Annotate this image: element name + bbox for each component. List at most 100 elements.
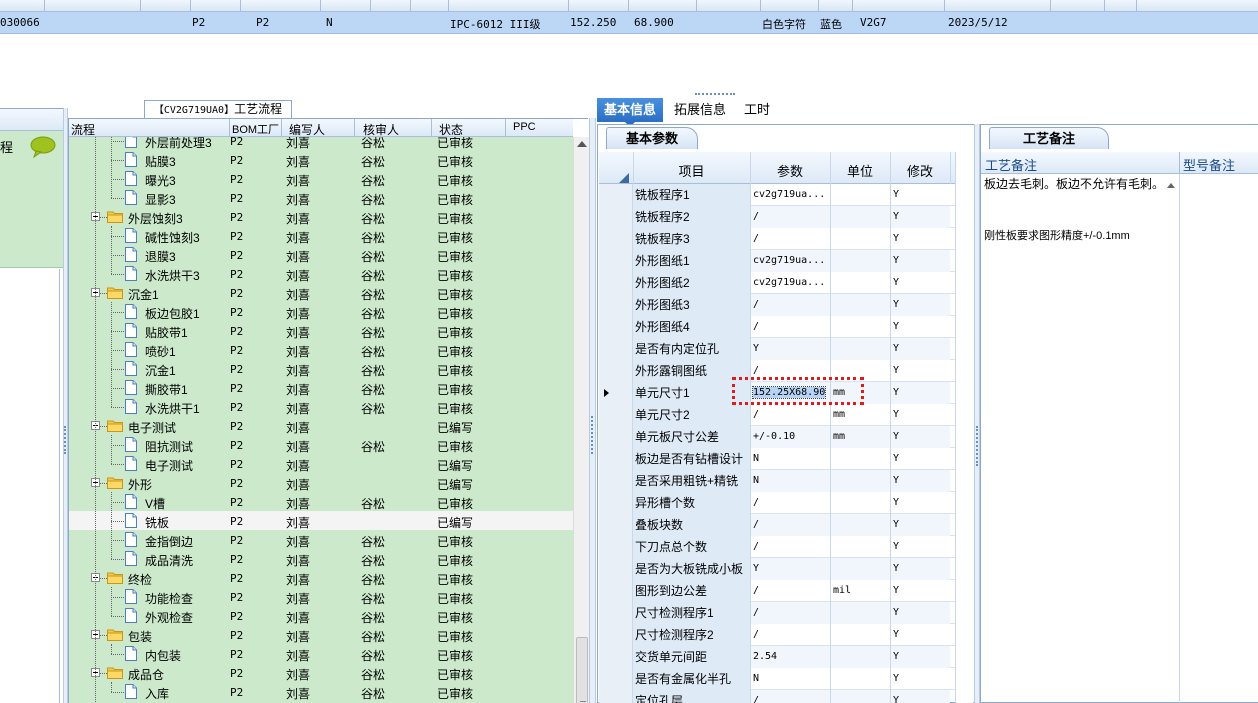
row-indicator[interactable]	[599, 382, 633, 404]
tab-extended-info[interactable]: 拓展信息	[667, 98, 733, 122]
param-unit[interactable]	[830, 206, 890, 228]
param-row[interactable]: 是否有金属化半孔 N Y	[599, 668, 955, 690]
row-indicator[interactable]	[599, 294, 633, 316]
param-row[interactable]: 图形到边公差 / mil Y	[599, 580, 955, 602]
tree-row[interactable]: 成品清洗 P2 刘喜 谷松 已审核	[69, 549, 573, 568]
param-row[interactable]: 下刀点总个数 / Y	[599, 536, 955, 558]
row-indicator[interactable]	[599, 690, 633, 703]
tree-row[interactable]: 曝光3 P2 刘喜 谷松 已审核	[69, 169, 573, 188]
col-editor[interactable]: 编写人	[289, 121, 325, 138]
scroll-thumb[interactable]	[576, 637, 588, 703]
process-tree-scrollbar[interactable]	[573, 137, 589, 703]
param-modify[interactable]: Y	[890, 294, 950, 316]
tree-row[interactable]: 内包装 P2 刘喜 谷松 已审核	[69, 644, 573, 663]
horizontal-splitter-handle[interactable]	[695, 93, 735, 96]
chat-bubble-icon[interactable]	[30, 135, 56, 159]
param-unit[interactable]	[830, 470, 890, 492]
tree-row[interactable]: 外观检查 P2 刘喜 谷松 已审核	[69, 606, 573, 625]
param-unit[interactable]	[830, 624, 890, 646]
param-row[interactable]: 外形图纸2 cv2g719ua... Y	[599, 272, 955, 294]
param-value[interactable]: 2.54	[750, 646, 830, 668]
param-value[interactable]: N	[750, 448, 830, 470]
row-indicator[interactable]	[599, 558, 633, 580]
param-row[interactable]: 单元尺寸2/ mm Y	[599, 404, 955, 426]
tree-group-row[interactable]: 终检 P2 刘喜 谷松 已审核	[69, 568, 573, 587]
param-unit[interactable]: mm	[830, 404, 890, 426]
row-indicator[interactable]	[599, 624, 633, 646]
tree-group-row[interactable]: 外形 P2 刘喜 已编写	[69, 473, 573, 492]
tree-row[interactable]: 水洗烘干1 P2 刘喜 谷松 已审核	[69, 397, 573, 416]
param-row[interactable]: 外形图纸3/ Y	[599, 294, 955, 316]
param-unit[interactable]	[830, 492, 890, 514]
param-unit[interactable]	[830, 294, 890, 316]
param-value[interactable]: cv2g719ua...	[750, 272, 830, 294]
param-modify[interactable]: Y	[890, 272, 950, 294]
row-indicator[interactable]	[599, 514, 633, 536]
col-process-notes[interactable]: 工艺备注	[985, 155, 1037, 174]
param-value[interactable]: N	[750, 668, 830, 690]
tree-row[interactable]: 金指倒边 P2 刘喜 谷松 已审核	[69, 530, 573, 549]
param-value[interactable]: /	[750, 624, 830, 646]
param-value[interactable]: /	[750, 690, 830, 703]
param-modify[interactable]: Y	[890, 580, 950, 602]
tree-group-row[interactable]: 电子测试 P2 刘喜 已编写	[69, 416, 573, 435]
param-row[interactable]: 交货单元间距 2.54 Y	[599, 646, 955, 668]
param-modify[interactable]: Y	[890, 404, 950, 426]
param-modify[interactable]: Y	[890, 470, 950, 492]
col-item[interactable]: 项目	[633, 161, 750, 180]
param-unit[interactable]	[830, 536, 890, 558]
tab-basic-info[interactable]: 基本信息	[597, 98, 664, 127]
param-unit[interactable]	[830, 272, 890, 294]
param-modify[interactable]: Y	[890, 558, 950, 580]
row-indicator[interactable]	[599, 360, 633, 382]
param-row[interactable]: 单元板尺寸公差 +/-0.10 mm Y	[599, 426, 955, 448]
param-row[interactable]: 定位孔层 / Y	[599, 690, 955, 703]
param-unit[interactable]	[830, 514, 890, 536]
row-indicator[interactable]	[599, 646, 633, 668]
param-unit[interactable]	[830, 228, 890, 250]
tree-group-row[interactable]: 沉金1 P2 刘喜 谷松 已审核	[69, 283, 573, 302]
col-status[interactable]: 状态	[439, 121, 463, 138]
param-unit[interactable]	[830, 316, 890, 338]
param-modify[interactable]: Y	[890, 514, 950, 536]
param-unit[interactable]	[830, 338, 890, 360]
param-unit[interactable]	[830, 250, 890, 272]
tree-row[interactable]: 电子测试 P2 刘喜 已编写	[69, 454, 573, 473]
tree-row[interactable]: 显影3 P2 刘喜 谷松 已审核	[69, 188, 573, 207]
param-value[interactable]: N	[750, 470, 830, 492]
tree-row[interactable]: 喷砂1 P2 刘喜 谷松 已审核	[69, 340, 573, 359]
col-modify[interactable]: 修改	[890, 161, 950, 180]
tree-group-row[interactable]: 包装 P2 刘喜 谷松 已审核	[69, 625, 573, 644]
param-row[interactable]: 异形槽个数 / Y	[599, 492, 955, 514]
param-row[interactable]: 叠板块数 / Y	[599, 514, 955, 536]
param-unit[interactable]: mm	[830, 426, 890, 448]
param-modify[interactable]: Y	[890, 426, 950, 448]
param-modify[interactable]: Y	[890, 646, 950, 668]
tree-group-row[interactable]: 外层蚀刻3 P2 刘喜 谷松 已审核	[69, 207, 573, 226]
param-unit[interactable]: mil	[830, 580, 890, 602]
scroll-up-icon[interactable]	[577, 141, 587, 147]
row-indicator[interactable]	[599, 602, 633, 624]
param-value[interactable]: /	[750, 404, 830, 426]
param-row[interactable]: 铣板程序3/ Y	[599, 228, 955, 250]
param-value[interactable]: +/-0.10	[750, 426, 830, 448]
tree-row[interactable]: 退膜3 P2 刘喜 谷松 已审核	[69, 245, 573, 264]
row-indicator[interactable]	[599, 404, 633, 426]
param-row[interactable]: 铣板程序2/ Y	[599, 206, 955, 228]
param-unit[interactable]	[830, 602, 890, 624]
param-value[interactable]: /	[750, 602, 830, 624]
tree-row[interactable]: 碱性蚀刻3 P2 刘喜 谷松 已审核	[69, 226, 573, 245]
row-indicator[interactable]	[599, 184, 633, 206]
tree-row[interactable]: 贴膜3 P2 刘喜 谷松 已审核	[69, 150, 573, 169]
tree-row[interactable]: 水洗烘干3 P2 刘喜 谷松 已审核	[69, 264, 573, 283]
param-modify[interactable]: Y	[890, 316, 950, 338]
param-value[interactable]: /	[750, 228, 830, 250]
param-modify[interactable]: Y	[890, 492, 950, 514]
param-unit[interactable]	[830, 448, 890, 470]
middle-splitter[interactable]	[589, 118, 596, 703]
param-row[interactable]: 是否采用粗铣+精铣 N Y	[599, 470, 955, 492]
tree-row[interactable]: 功能检查 P2 刘喜 谷松 已审核	[69, 587, 573, 606]
param-modify[interactable]: Y	[890, 338, 950, 360]
tree-row[interactable]: 撕胶带1 P2 刘喜 谷松 已审核	[69, 378, 573, 397]
param-value[interactable]: /	[750, 514, 830, 536]
